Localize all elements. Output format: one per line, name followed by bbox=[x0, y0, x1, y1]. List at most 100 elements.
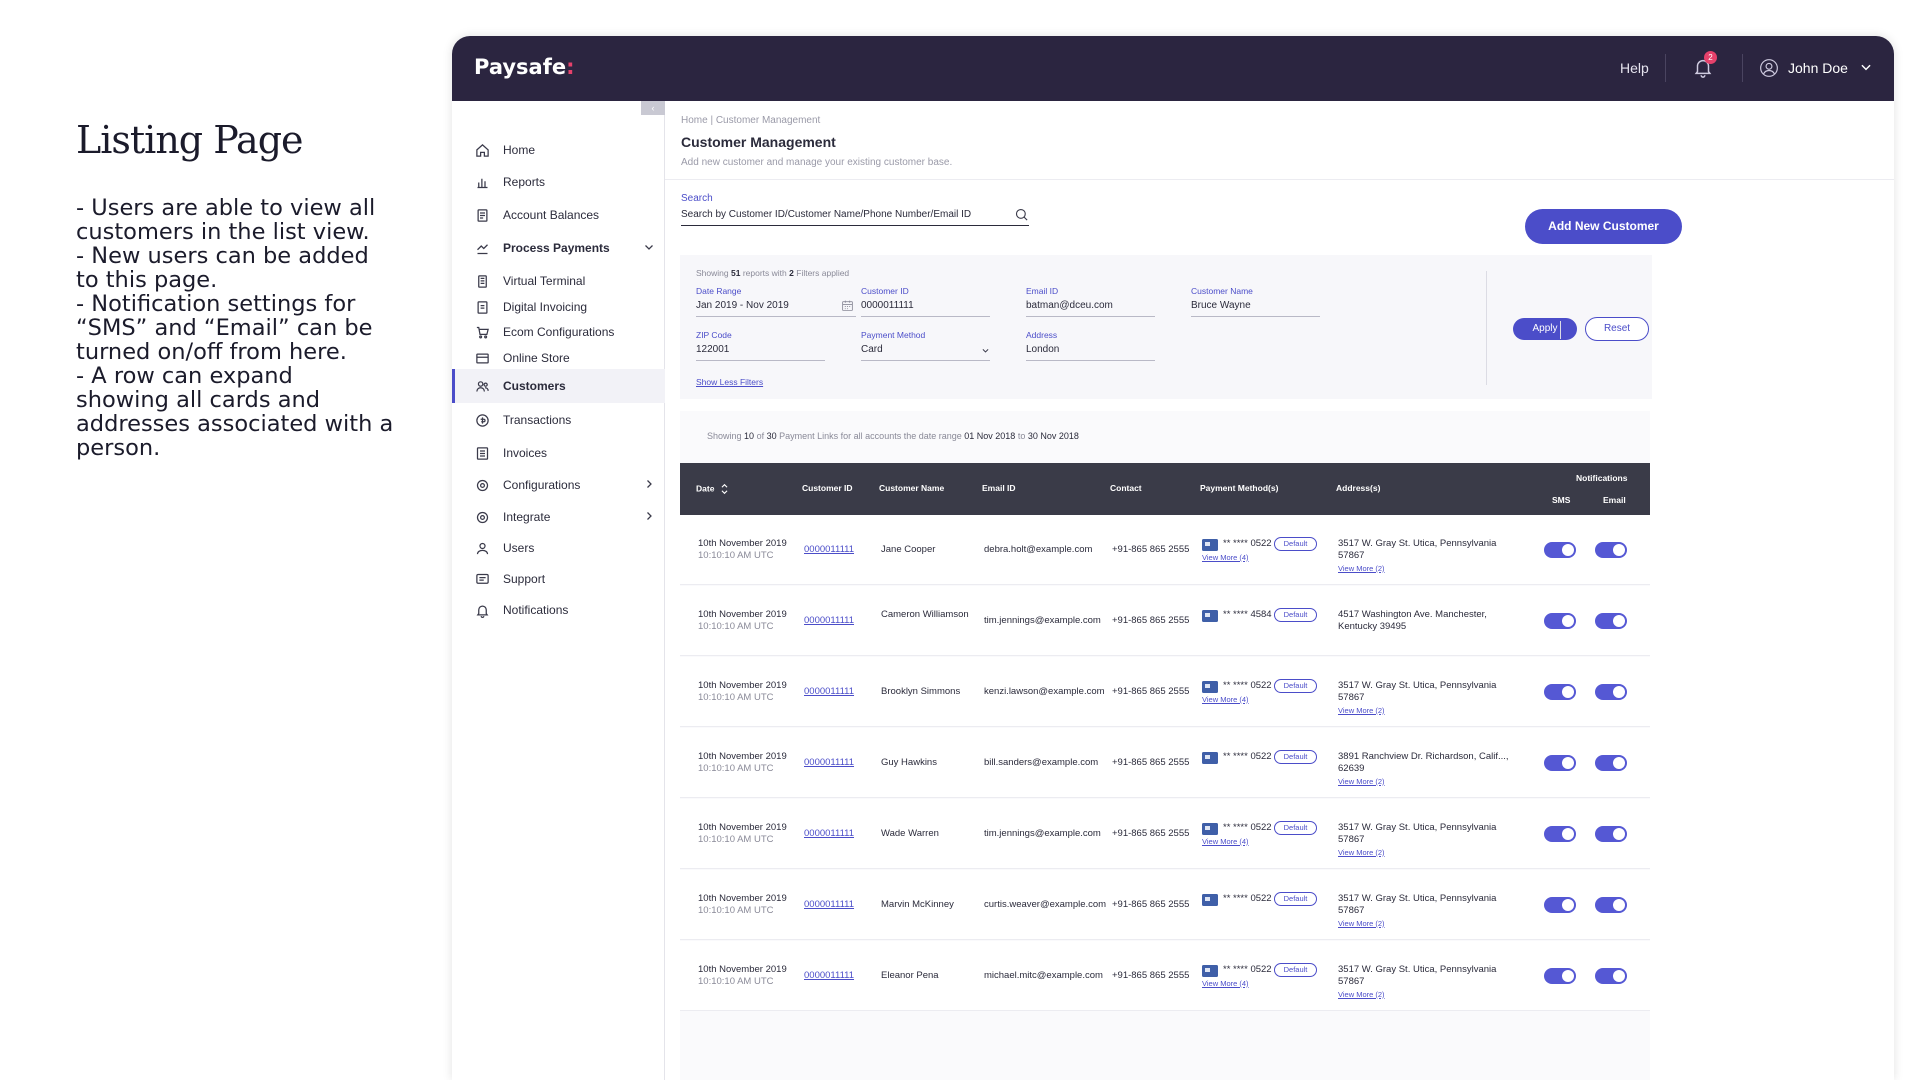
date-range-field[interactable]: Jan 2019 - Nov 2019 bbox=[696, 300, 856, 317]
sms-toggle[interactable] bbox=[1544, 826, 1576, 842]
search-icon[interactable] bbox=[1014, 207, 1029, 222]
payment-method-select[interactable]: Card bbox=[861, 344, 990, 361]
sidebar-item-notifications[interactable]: Notifications bbox=[452, 592, 665, 628]
view-more-addresses-link[interactable]: View More (2) bbox=[1338, 989, 1518, 1001]
users-icon bbox=[474, 540, 490, 556]
apply-button[interactable]: Apply bbox=[1513, 318, 1577, 340]
column-header-date[interactable]: Date bbox=[696, 483, 729, 495]
email-toggle[interactable] bbox=[1595, 755, 1627, 771]
table-row[interactable]: 10th November 2019 10:10:10 AM UTC 0000011… bbox=[680, 515, 1650, 585]
view-more-cards-link[interactable]: View More (4) bbox=[1202, 695, 1249, 704]
customer-contact: +91-865 865 2555 bbox=[1112, 544, 1190, 555]
topbar-divider bbox=[1665, 54, 1666, 82]
sms-toggle[interactable] bbox=[1544, 542, 1576, 558]
view-more-cards-link[interactable]: View More (4) bbox=[1202, 979, 1249, 988]
email-id-label: Email ID bbox=[1026, 286, 1059, 296]
breadcrumb[interactable]: Home | Customer Management bbox=[681, 115, 820, 126]
table-row[interactable]: 10th November 2019 10:10:10 AM UTC 0000011… bbox=[680, 799, 1650, 869]
sidebar-item-transactions[interactable]: Transactions bbox=[452, 402, 665, 438]
zip-code-label: ZIP Code bbox=[696, 330, 732, 340]
sidebar-item-label: Transactions bbox=[503, 413, 572, 427]
main-content: Home | Customer Management Customer Mana… bbox=[665, 101, 1894, 1080]
show-less-filters-link[interactable]: Show Less Filters bbox=[696, 377, 763, 387]
sort-icon[interactable] bbox=[720, 483, 729, 495]
time-text: 10:10:10 AM UTC bbox=[698, 976, 774, 987]
customer-id-link[interactable]: 0000011111 bbox=[804, 615, 854, 626]
customer-id-link[interactable]: 0000011111 bbox=[804, 899, 854, 910]
gear-icon bbox=[474, 477, 490, 493]
email-toggle[interactable] bbox=[1595, 897, 1627, 913]
view-more-addresses-link[interactable]: View More (2) bbox=[1338, 563, 1518, 575]
sidebar-item-reports[interactable]: Reports bbox=[452, 164, 665, 200]
customer-id-field[interactable]: 0000011111 bbox=[861, 300, 990, 317]
customer-id-link[interactable]: 0000011111 bbox=[804, 970, 854, 981]
customer-name-field[interactable]: Bruce Wayne bbox=[1191, 300, 1320, 317]
sms-toggle[interactable] bbox=[1544, 684, 1576, 700]
collapse-sidebar-button[interactable]: ‹ bbox=[641, 101, 665, 115]
user-avatar-icon[interactable] bbox=[1759, 58, 1779, 78]
customer-id-link[interactable]: 0000011111 bbox=[804, 686, 854, 697]
time-text: 10:10:10 AM UTC bbox=[698, 692, 774, 703]
user-name[interactable]: John Doe bbox=[1788, 60, 1848, 76]
date-text: 10th November 2019 bbox=[698, 822, 787, 833]
chevron-right-icon[interactable] bbox=[643, 478, 655, 490]
table-row[interactable]: 10th November 2019 10:10:10 AM UTC 0000011… bbox=[680, 657, 1650, 727]
view-more-cards-link[interactable]: View More (4) bbox=[1202, 837, 1249, 846]
sidebar-item-home[interactable]: Home bbox=[452, 132, 665, 168]
page-subtitle: Add new customer and manage your existin… bbox=[681, 157, 953, 168]
paysafe-logo[interactable]: Paysafe: bbox=[474, 55, 575, 79]
address-field[interactable]: London bbox=[1026, 344, 1155, 361]
view-more-cards-link[interactable]: View More (4) bbox=[1202, 553, 1249, 562]
customer-id-link[interactable]: 0000011111 bbox=[804, 757, 854, 768]
table-row[interactable]: 10th November 2019 10:10:10 AM UTC 0000011… bbox=[680, 728, 1650, 798]
sidebar-item-customers[interactable]: Customers bbox=[452, 369, 665, 403]
sms-toggle[interactable] bbox=[1544, 613, 1576, 629]
sms-toggle[interactable] bbox=[1544, 897, 1576, 913]
customer-id-link[interactable]: 0000011111 bbox=[804, 828, 854, 839]
view-more-addresses-link[interactable]: View More (2) bbox=[1338, 705, 1518, 717]
customer-email: kenzi.lawson@example.com bbox=[984, 686, 1105, 697]
view-more-addresses-link[interactable]: View More (2) bbox=[1338, 918, 1518, 930]
email-toggle[interactable] bbox=[1595, 684, 1627, 700]
email-toggle[interactable] bbox=[1595, 826, 1627, 842]
chevron-right-icon[interactable] bbox=[643, 510, 655, 522]
view-more-addresses-link[interactable]: View More (2) bbox=[1338, 776, 1518, 788]
address-text: 3517 W. Gray St. Utica, Pennsylvania 578… bbox=[1338, 893, 1497, 916]
table-row[interactable]: 10th November 2019 10:10:10 AM UTC 0000011… bbox=[680, 941, 1650, 1011]
zip-code-field[interactable]: 122001 bbox=[696, 344, 825, 361]
description-line: addresses associated with a bbox=[76, 411, 394, 437]
customer-id-link[interactable]: 0000011111 bbox=[804, 544, 854, 555]
reset-button[interactable]: Reset bbox=[1585, 317, 1649, 341]
sidebar-item-configurations[interactable]: Configurations bbox=[452, 467, 665, 503]
sidebar-item-account-balances[interactable]: Account Balances bbox=[452, 197, 665, 233]
sidebar-item-process-payments[interactable]: Process Payments bbox=[452, 230, 665, 266]
chevron-down-icon[interactable] bbox=[643, 241, 655, 253]
sidebar-item-invoices[interactable]: Invoices bbox=[452, 435, 665, 471]
date-text: 10th November 2019 bbox=[698, 609, 787, 620]
time-text: 10:10:10 AM UTC bbox=[698, 834, 774, 845]
add-new-customer-button[interactable]: Add New Customer bbox=[1525, 209, 1682, 244]
search-label: Search bbox=[681, 193, 713, 204]
chevron-down-icon[interactable] bbox=[981, 346, 990, 355]
toggle-knob bbox=[1613, 686, 1625, 698]
sms-toggle[interactable] bbox=[1544, 755, 1576, 771]
description-line: - Users are able to view all bbox=[76, 195, 376, 221]
calendar-icon[interactable] bbox=[841, 299, 854, 312]
description-title: Listing Page bbox=[76, 118, 304, 162]
email-toggle[interactable] bbox=[1595, 542, 1627, 558]
table-row[interactable]: 10th November 2019 10:10:10 AM UTC 0000011… bbox=[680, 586, 1650, 656]
chevron-down-icon[interactable] bbox=[1859, 60, 1873, 74]
email-toggle[interactable] bbox=[1595, 968, 1627, 984]
email-toggle[interactable] bbox=[1595, 613, 1627, 629]
view-more-addresses-link[interactable]: View More (2) bbox=[1338, 847, 1518, 859]
help-link[interactable]: Help bbox=[1620, 60, 1649, 76]
customer-name: Wade Warren bbox=[881, 828, 939, 839]
table-row[interactable]: 10th November 2019 10:10:10 AM UTC 0000011… bbox=[680, 870, 1650, 940]
search-input[interactable] bbox=[681, 204, 1029, 226]
description-line: - Notification settings for bbox=[76, 291, 356, 317]
customer-contact: +91-865 865 2555 bbox=[1112, 899, 1190, 910]
customer-email: debra.holt@example.com bbox=[984, 544, 1093, 555]
sms-toggle[interactable] bbox=[1544, 968, 1576, 984]
email-id-field[interactable]: batman@dceu.com bbox=[1026, 300, 1155, 317]
card-number: ** **** 4584 bbox=[1223, 609, 1272, 620]
